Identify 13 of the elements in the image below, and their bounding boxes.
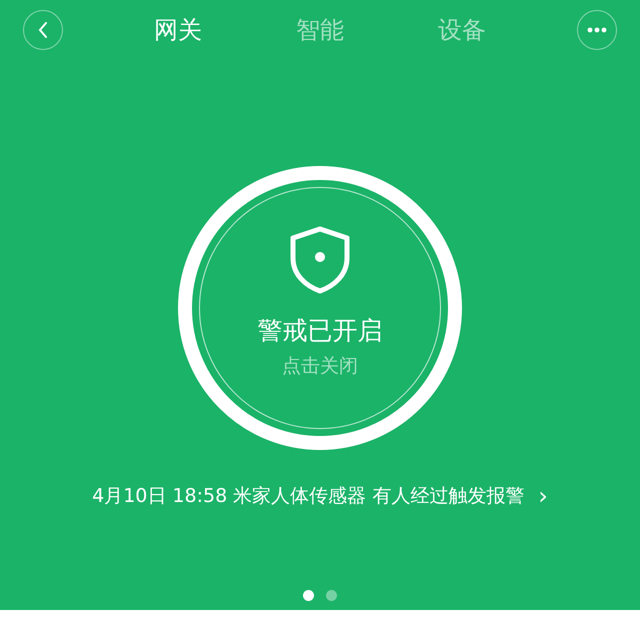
- more-button[interactable]: [577, 10, 617, 50]
- alarm-status: 警戒已开启: [258, 315, 382, 347]
- back-icon: [38, 21, 48, 39]
- tab[interactable]: 智能: [296, 14, 344, 46]
- chevron[interactable]: ›: [538, 482, 548, 510]
- shield-icon: [288, 226, 352, 294]
- alarm-toggle[interactable]: 警戒已开启 点击关闭: [178, 166, 462, 450]
- more-icon: [587, 27, 607, 33]
- alarm-hint: 点击关闭: [282, 354, 358, 379]
- back-button[interactable]: [23, 10, 63, 50]
- tab[interactable]: 网关: [154, 14, 202, 46]
- alarm-event[interactable]: 4月10日 18:58 米家人体传感器 有人经过触发报警: [92, 483, 524, 509]
- tab[interactable]: 设备: [438, 14, 486, 46]
